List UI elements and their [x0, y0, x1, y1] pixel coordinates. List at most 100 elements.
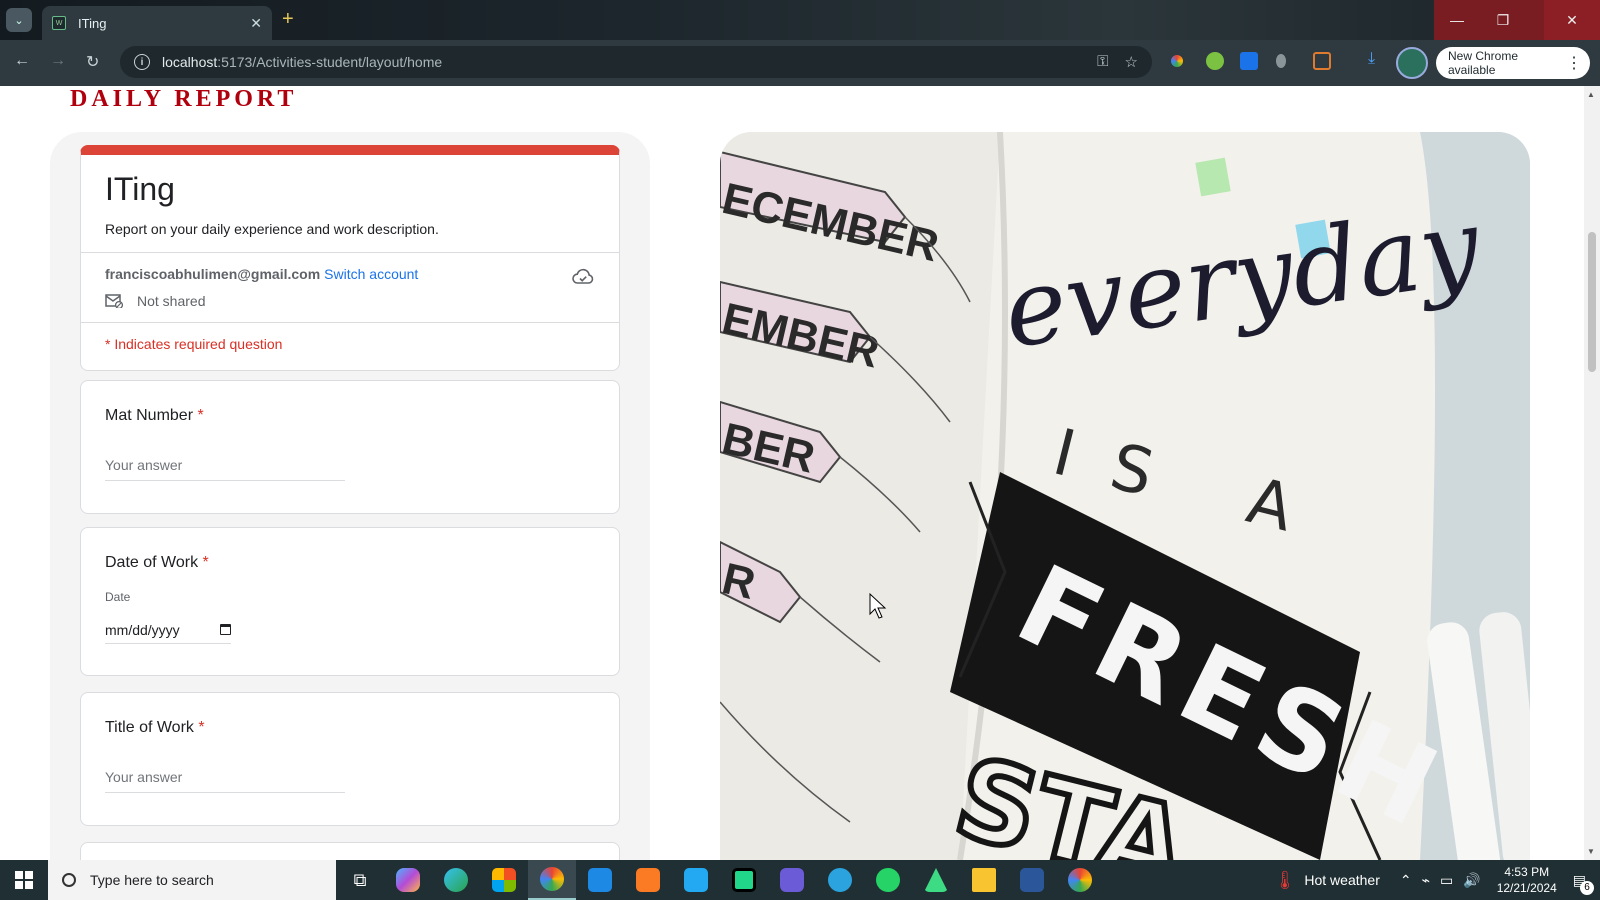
- whatsapp-icon[interactable]: [864, 860, 912, 900]
- account-email: franciscoabhulimen@gmail.com: [105, 266, 321, 282]
- extension-blue-icon[interactable]: [1240, 52, 1258, 70]
- page-viewport: DAILY REPORT ITing Report on your daily …: [0, 86, 1600, 860]
- windows-logo-icon: [15, 871, 33, 889]
- switch-account-link[interactable]: Switch account: [324, 266, 418, 282]
- form-title: ITing: [105, 171, 175, 207]
- copilot-icon[interactable]: [384, 860, 432, 900]
- extension-gray-icon[interactable]: [1276, 54, 1286, 68]
- date-value: mm/dd/yyyy: [105, 621, 180, 638]
- account-row: franciscoabhulimen@gmail.com Switch accou…: [105, 266, 418, 282]
- taskbar-search-placeholder: Type here to search: [90, 872, 214, 888]
- everyday-fresh-start-illustration: ECEMBER EMBER BER R everyday IS A FRESH …: [720, 132, 1530, 860]
- weather-label[interactable]: Hot weather: [1304, 872, 1379, 888]
- address-bar[interactable]: i localhost:5173/Activities-student/layo…: [120, 46, 1152, 78]
- tab-title: ITing: [78, 15, 107, 31]
- minimize-icon[interactable]: —: [1434, 0, 1480, 40]
- question-title: Mat Number *: [105, 407, 204, 425]
- page-title: DAILY REPORT: [70, 86, 298, 112]
- taskbar-search[interactable]: Type here to search: [48, 860, 336, 900]
- vscode-icon[interactable]: [672, 860, 720, 900]
- question-card-date-of-work: Date of Work * Date mm/dd/yyyy: [80, 527, 620, 676]
- bookmark-star-icon[interactable]: ☆: [1125, 53, 1138, 71]
- date-of-work-input[interactable]: mm/dd/yyyy: [105, 616, 231, 644]
- notification-count: 6: [1580, 880, 1594, 895]
- extension-chrome-icon[interactable]: [1168, 52, 1186, 70]
- notification-icon[interactable]: ▤ 6: [1573, 872, 1594, 895]
- file-explorer-icon[interactable]: [960, 860, 1008, 900]
- form-header-card: ITing Report on your daily experience an…: [80, 145, 620, 371]
- start-button[interactable]: [0, 860, 48, 900]
- page-scrollbar[interactable]: ▲ ▼: [1584, 86, 1600, 860]
- edge-icon[interactable]: [432, 860, 480, 900]
- tab-favicon-icon: W: [52, 16, 66, 30]
- hero-image: ECEMBER EMBER BER R everyday IS A FRESH …: [720, 132, 1530, 860]
- required-asterisk: *: [197, 407, 204, 424]
- clock-date: 12/21/2024: [1496, 881, 1557, 895]
- question-card-title-of-work: Title of Work *: [80, 692, 620, 826]
- task-view-icon[interactable]: ⧉: [336, 860, 384, 900]
- mat-number-input[interactable]: [105, 449, 345, 481]
- cloud-saved-icon: [572, 268, 594, 284]
- url-host: localhost: [162, 54, 218, 70]
- battery-icon[interactable]: ▭: [1440, 872, 1453, 889]
- store-icon[interactable]: [480, 860, 528, 900]
- question-card-next: [80, 842, 620, 860]
- clock-time: 4:53 PM: [1504, 865, 1550, 879]
- divider: [81, 252, 619, 253]
- new-tab-plus-icon[interactable]: +: [282, 8, 294, 31]
- reload-icon[interactable]: ↻: [86, 52, 99, 72]
- required-asterisk: *: [202, 554, 209, 571]
- scroll-up-icon[interactable]: ▲: [1587, 90, 1595, 99]
- volume-icon[interactable]: 🔊: [1463, 872, 1480, 889]
- window-close-icon[interactable]: ✕: [1544, 0, 1600, 40]
- back-arrow-icon[interactable]: ←: [14, 52, 30, 70]
- telegram-icon[interactable]: [816, 860, 864, 900]
- required-asterisk: *: [198, 719, 205, 736]
- extensions-puzzle-icon[interactable]: [1313, 52, 1331, 70]
- date-sublabel: Date: [105, 590, 131, 604]
- password-key-icon[interactable]: ⚿: [1097, 53, 1108, 71]
- windows-taskbar: Type here to search ⧉ 🌡 Hot weather ⌃ ⌁ …: [0, 860, 1600, 900]
- title-of-work-input[interactable]: [105, 761, 345, 793]
- scroll-down-icon[interactable]: ▼: [1587, 847, 1595, 856]
- extension-green-icon[interactable]: [1206, 52, 1224, 70]
- browser-toolbar: ← → ↻ i localhost:5173/Activities-studen…: [0, 40, 1600, 86]
- chrome-taskbar-icon[interactable]: [528, 860, 576, 900]
- menu-kebab-icon[interactable]: ⋮: [1566, 53, 1582, 73]
- xampp-icon[interactable]: [624, 860, 672, 900]
- tab-close-icon[interactable]: ✕: [250, 15, 262, 32]
- thermometer-icon: 🌡: [1273, 869, 1297, 890]
- not-shared-mail-icon: [105, 294, 123, 308]
- app-purple-icon[interactable]: [768, 860, 816, 900]
- forward-arrow-icon[interactable]: →: [50, 52, 66, 70]
- url-path: :5173/Activities-student/layout/home: [217, 54, 443, 70]
- pycharm-icon[interactable]: [720, 860, 768, 900]
- word-icon[interactable]: [1008, 860, 1056, 900]
- form-description: Report on your daily experience and work…: [105, 221, 439, 237]
- scrollbar-thumb[interactable]: [1588, 232, 1596, 372]
- android-studio-icon[interactable]: [912, 860, 960, 900]
- site-info-icon[interactable]: i: [134, 54, 150, 70]
- question-label: Mat Number: [105, 407, 194, 424]
- calendar-icon[interactable]: [220, 624, 231, 635]
- shared-status: Not shared: [105, 293, 205, 309]
- shared-status-label: Not shared: [137, 293, 206, 309]
- chevron-up-icon[interactable]: ⌃: [1400, 872, 1412, 889]
- question-label: Date of Work: [105, 554, 199, 571]
- divider: [81, 322, 619, 323]
- chrome-update-button[interactable]: New Chrome available ⋮: [1436, 47, 1590, 79]
- profile-avatar[interactable]: [1396, 47, 1428, 79]
- question-title: Title of Work *: [105, 719, 205, 737]
- update-button-label: New Chrome available: [1448, 49, 1519, 77]
- network-icon[interactable]: ⌁: [1422, 872, 1430, 889]
- tab-search-button[interactable]: ⌄: [6, 8, 32, 32]
- question-card-mat-number: Mat Number *: [80, 380, 620, 514]
- browser-tab-active[interactable]: W ITing ✕: [42, 6, 272, 40]
- mail-icon[interactable]: [576, 860, 624, 900]
- download-icon[interactable]: ⤓: [1368, 50, 1386, 68]
- clock[interactable]: 4:53 PM 12/21/2024: [1497, 864, 1557, 896]
- search-icon: [62, 873, 76, 887]
- question-title: Date of Work *: [105, 554, 209, 572]
- chrome-profile-taskbar-icon[interactable]: [1056, 860, 1104, 900]
- restore-icon[interactable]: ❐: [1480, 0, 1526, 40]
